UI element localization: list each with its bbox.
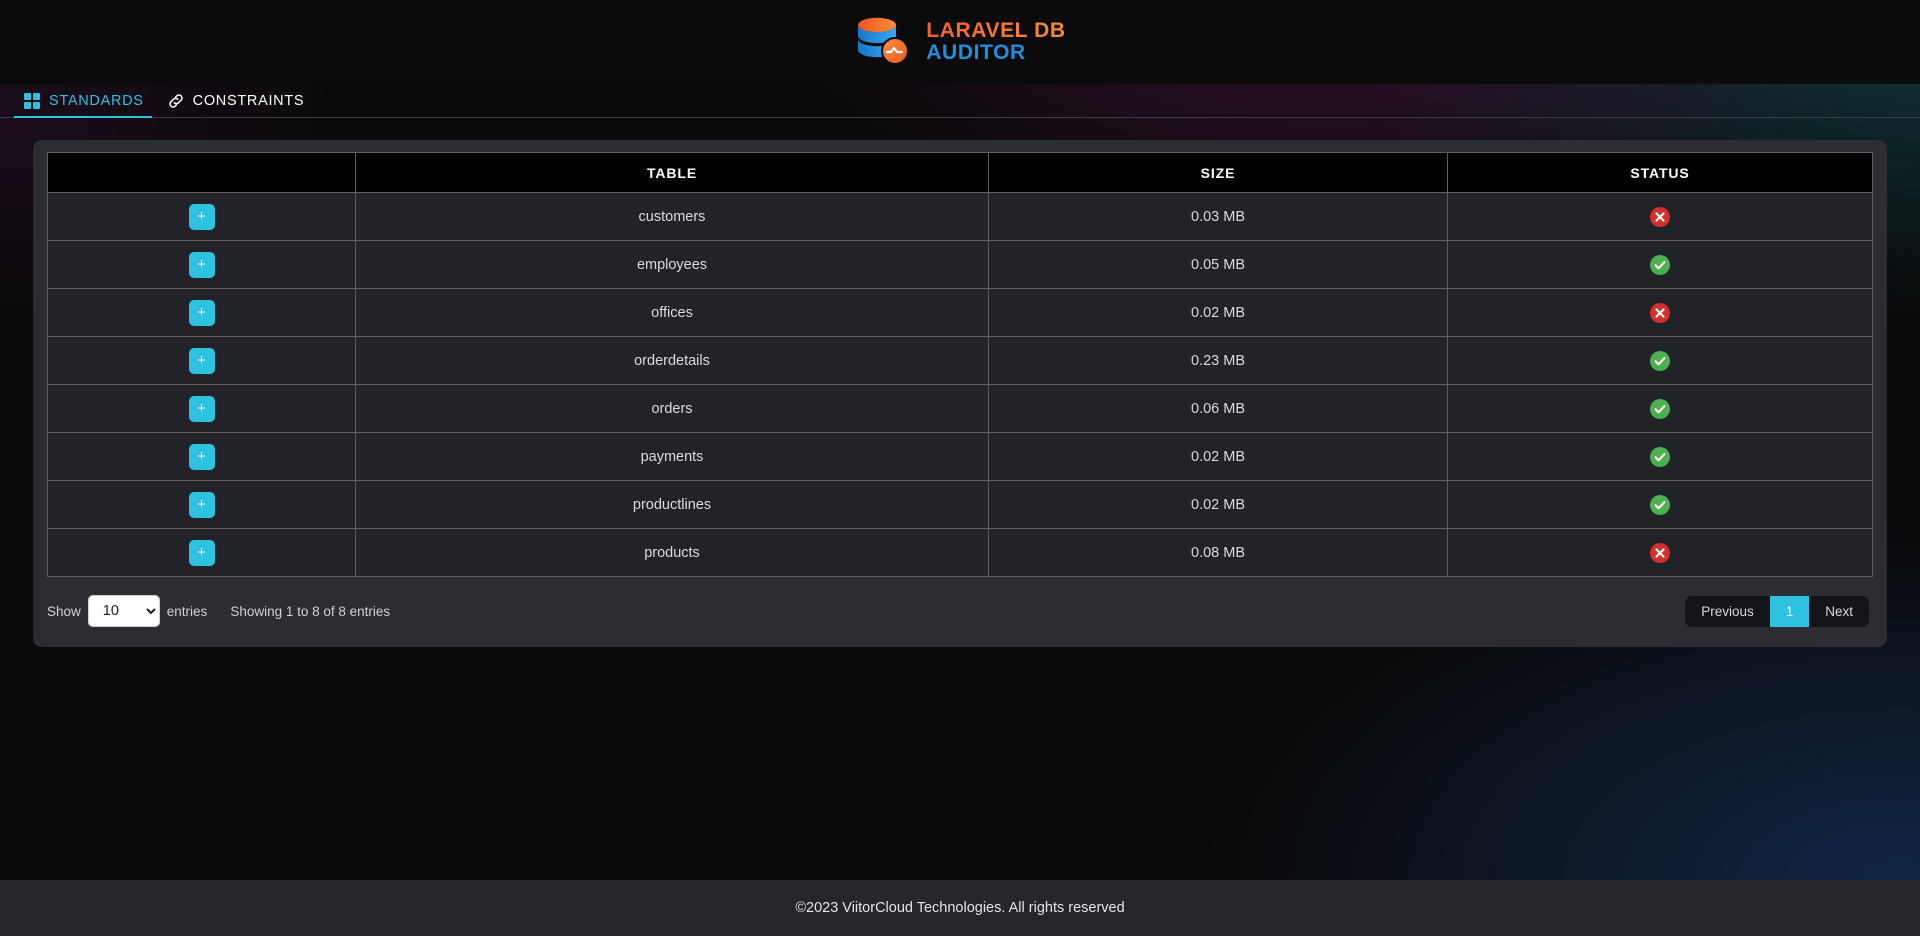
col-header-expand [47, 152, 356, 193]
cell-expand: + [47, 528, 356, 577]
status-pass-icon [1650, 254, 1670, 275]
table-footer: Show 102550100 entries Showing 1 to 8 of… [33, 577, 1887, 647]
app-header: LARAVEL DB AUDITOR [0, 0, 1920, 84]
brand-line-1: LARAVEL DB [926, 18, 1066, 42]
database-audit-icon [858, 17, 910, 65]
status-pass-icon [1650, 398, 1670, 419]
expand-row-button[interactable]: + [188, 299, 215, 326]
cell-status [1447, 240, 1873, 289]
table-row: + orders 0.06 MB [47, 384, 1873, 433]
table-row: + payments 0.02 MB [47, 432, 1873, 481]
cell-table-name: productlines [355, 480, 989, 529]
cell-size: 0.02 MB [988, 432, 1448, 481]
table-body: + customers 0.03 MB + employees 0.05 MB + offic… [47, 192, 1873, 577]
cell-status [1447, 384, 1873, 433]
status-pass-icon [1650, 494, 1670, 515]
cell-expand: + [47, 432, 356, 481]
cell-table-name: orders [355, 384, 989, 433]
expand-row-button[interactable]: + [188, 539, 215, 566]
tab-standards-label: STANDARDS [49, 93, 144, 109]
brand-logo: LARAVEL DB AUDITOR [854, 16, 1065, 68]
audit-table: TABLE SIZE STATUS + customers 0.03 MB + empl… [47, 152, 1873, 577]
pagination-next[interactable]: Next [1809, 596, 1869, 627]
tab-standards[interactable]: STANDARDS [14, 93, 158, 118]
status-fail-icon [1650, 542, 1670, 563]
page-length-select[interactable]: 102550100 [87, 595, 160, 627]
col-header-status: STATUS [1447, 152, 1873, 193]
cell-table-name: offices [355, 288, 989, 337]
cell-table-name: payments [355, 432, 989, 481]
cell-expand: + [47, 192, 356, 241]
brand-line-2: AUDITOR [926, 41, 1026, 64]
tab-bar: STANDARDS CONSTRAINTS [0, 84, 1920, 118]
cell-size: 0.05 MB [988, 240, 1448, 289]
pagination: Previous 1 Next [1685, 595, 1869, 627]
status-pass-icon [1650, 350, 1670, 371]
table-row: + customers 0.03 MB [47, 192, 1873, 241]
tab-constraints-label: CONSTRAINTS [192, 93, 305, 109]
table-info: Showing 1 to 8 of 8 entries [230, 603, 391, 619]
expand-row-button[interactable]: + [188, 203, 215, 230]
cell-table-name: products [355, 528, 989, 577]
show-label: Show [47, 603, 81, 619]
expand-row-button[interactable]: + [188, 491, 215, 518]
pagination-previous[interactable]: Previous [1685, 596, 1770, 627]
cell-expand: + [47, 384, 356, 433]
expand-row-button[interactable]: + [188, 395, 215, 422]
cell-expand: + [47, 336, 356, 385]
audit-card: TABLE SIZE STATUS + customers 0.03 MB + empl… [33, 140, 1887, 647]
cell-table-name: customers [355, 192, 989, 241]
cell-size: 0.23 MB [988, 336, 1448, 385]
grid-icon [24, 93, 40, 109]
expand-row-button[interactable]: + [188, 251, 215, 278]
table-head: TABLE SIZE STATUS [47, 152, 1873, 193]
cell-expand: + [47, 240, 356, 289]
tab-constraints[interactable]: CONSTRAINTS [158, 93, 319, 117]
cell-table-name: employees [355, 240, 989, 289]
cell-status [1447, 480, 1873, 529]
page-length-controls: Show 102550100 entries Showing 1 to 8 of… [47, 595, 390, 627]
col-header-table: TABLE [355, 152, 989, 193]
cell-table-name: orderdetails [355, 336, 989, 385]
site-footer: ©2023 ViitorCloud Technologies. All righ… [0, 880, 1920, 936]
expand-row-button[interactable]: + [188, 443, 215, 470]
cell-size: 0.03 MB [988, 192, 1448, 241]
cell-status [1447, 432, 1873, 481]
status-pass-icon [1650, 446, 1670, 467]
table-header-row: TABLE SIZE STATUS [47, 152, 1873, 193]
cell-status [1447, 192, 1873, 241]
cell-size: 0.02 MB [988, 480, 1448, 529]
entries-label: entries [166, 603, 208, 619]
cell-status [1447, 288, 1873, 337]
pagination-page-1[interactable]: 1 [1769, 595, 1810, 627]
cell-size: 0.08 MB [988, 528, 1448, 577]
app-root: LARAVEL DB AUDITOR STANDARDS CONSTRAINTS [0, 0, 1920, 936]
table-row: + orderdetails 0.23 MB [47, 336, 1873, 385]
brand-wordmark: LARAVEL DB AUDITOR [926, 18, 1066, 65]
table-row: + employees 0.05 MB [47, 240, 1873, 289]
cell-size: 0.06 MB [988, 384, 1448, 433]
cell-size: 0.02 MB [988, 288, 1448, 337]
status-fail-icon [1650, 302, 1670, 323]
copyright-text: ©2023 ViitorCloud Technologies. All righ… [795, 900, 1125, 916]
table-row: + offices 0.02 MB [47, 288, 1873, 337]
expand-row-button[interactable]: + [188, 347, 215, 374]
cell-status [1447, 336, 1873, 385]
col-header-size: SIZE [988, 152, 1448, 193]
table-row: + products 0.08 MB [47, 528, 1873, 577]
status-fail-icon [1650, 206, 1670, 227]
cell-expand: + [47, 480, 356, 529]
cell-status [1447, 528, 1873, 577]
link-icon [168, 94, 183, 108]
table-row: + productlines 0.02 MB [47, 480, 1873, 529]
cell-expand: + [47, 288, 356, 337]
